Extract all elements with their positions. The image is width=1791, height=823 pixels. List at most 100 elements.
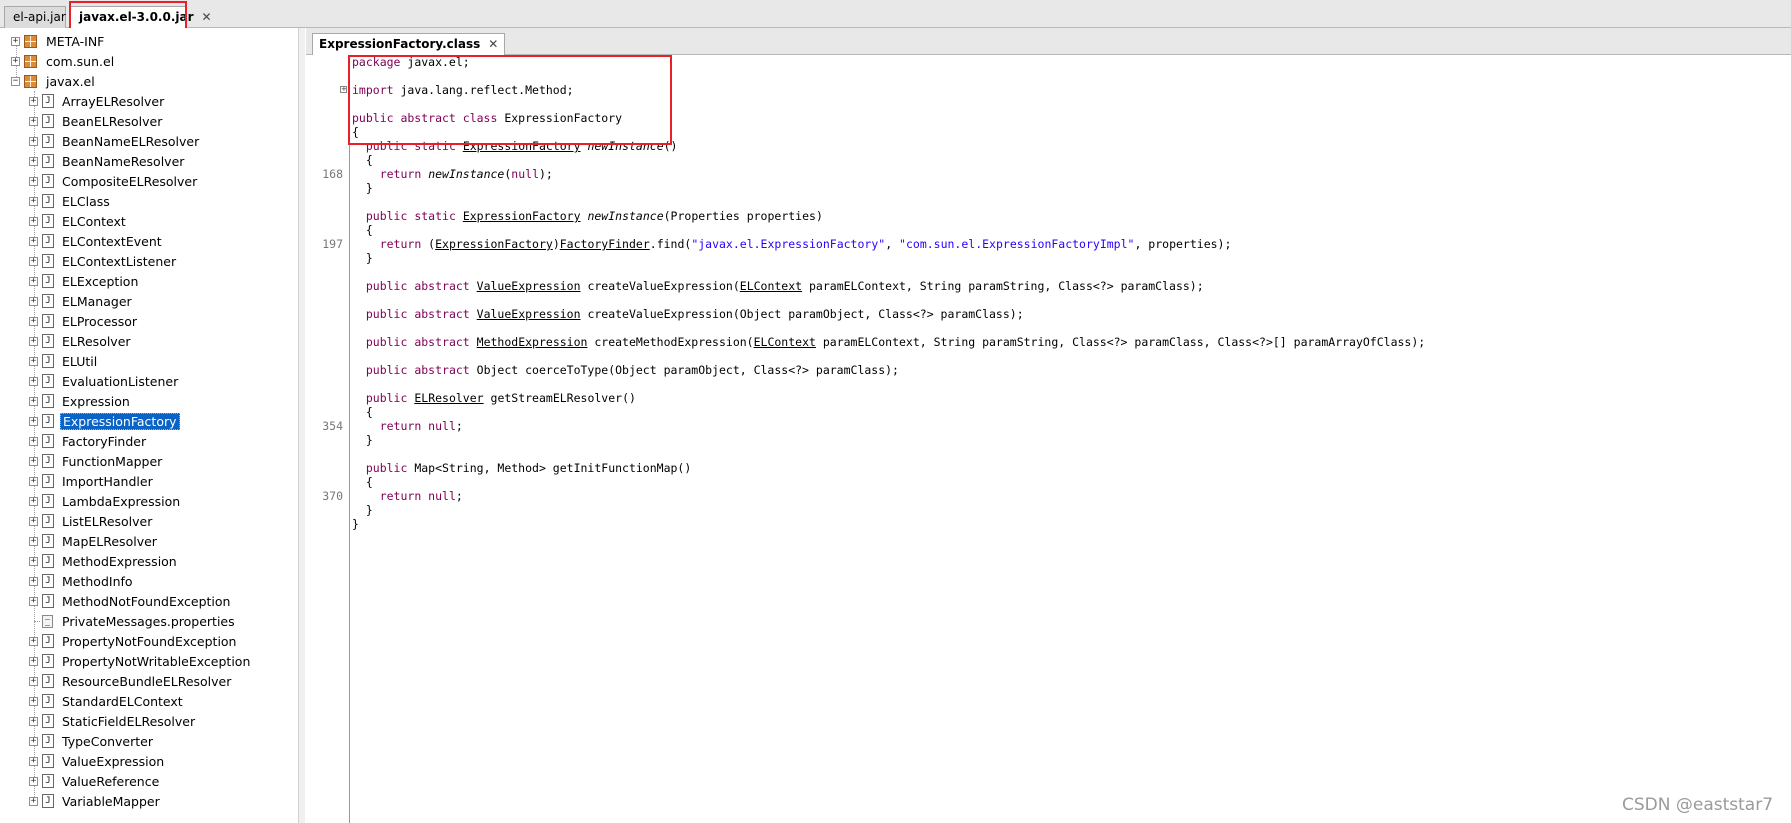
tree-item-meta-inf[interactable]: + META-INF: [11, 31, 106, 51]
expand-icon[interactable]: +: [11, 36, 20, 46]
tree-item-properties-file[interactable]: PrivateMessages.properties: [42, 611, 237, 631]
expand-icon[interactable]: +: [29, 236, 38, 246]
expand-icon[interactable]: +: [29, 576, 38, 586]
tree-item-class[interactable]: + J MethodExpression: [29, 551, 179, 571]
java-class-icon: J: [42, 774, 54, 788]
tree-item-label: ELUtil: [62, 353, 98, 369]
editor-tab-label: ExpressionFactory.class: [319, 37, 481, 51]
expand-icon[interactable]: +: [29, 736, 38, 746]
tree-item-class[interactable]: + J ValueReference: [29, 771, 161, 791]
expand-icon[interactable]: +: [29, 536, 38, 546]
expand-icon[interactable]: +: [29, 356, 38, 366]
tree-item-class[interactable]: + J ELClass: [29, 191, 112, 211]
tree-item-class[interactable]: + J BeanNameELResolver: [29, 131, 201, 151]
code-token: (): [663, 139, 678, 153]
expand-icon[interactable]: +: [29, 196, 38, 206]
expand-icon[interactable]: +: [29, 256, 38, 266]
jar-tab-bar: el-api.jar javax.el-3.0.0.jar ✕: [0, 0, 1791, 29]
tree-scrollbar[interactable]: [298, 28, 305, 823]
expand-icon[interactable]: +: [29, 496, 38, 506]
expand-icon[interactable]: +: [29, 416, 38, 426]
tab-expressionfactory-class[interactable]: ExpressionFactory.class ✕: [312, 33, 506, 55]
code-line: return null;: [352, 419, 463, 433]
code-token: import: [352, 83, 394, 97]
expand-icon[interactable]: +: [29, 756, 38, 766]
collapse-icon[interactable]: −: [11, 76, 20, 86]
tree-item-class[interactable]: + J ELException: [29, 271, 140, 291]
tree-item-class[interactable]: + J LambdaExpression: [29, 491, 182, 511]
expand-icon[interactable]: +: [29, 476, 38, 486]
tree-item-class[interactable]: + J ValueExpression: [29, 751, 166, 771]
expand-icon[interactable]: +: [11, 56, 20, 66]
tree-item-class[interactable]: + J ELResolver: [29, 331, 133, 351]
tree-item-class[interactable]: + J StaticFieldELResolver: [29, 711, 197, 731]
expand-icon[interactable]: +: [29, 596, 38, 606]
code-view[interactable]: 168 197 354 370 + package javax.el; import ja…: [306, 55, 1791, 823]
tree-item-class[interactable]: + J ImportHandler: [29, 471, 155, 491]
tree-item-class[interactable]: + J BeanELResolver: [29, 111, 164, 131]
tree-item-class[interactable]: + J ArrayELResolver: [29, 91, 166, 111]
tree-item-class[interactable]: + J TypeConverter: [29, 731, 155, 751]
expand-icon[interactable]: +: [29, 556, 38, 566]
tree-item-class[interactable]: + J VariableMapper: [29, 791, 162, 811]
expand-icon[interactable]: +: [29, 456, 38, 466]
fold-expand-icon[interactable]: +: [340, 86, 347, 93]
tree-item-class[interactable]: + J ExpressionFactory: [29, 411, 180, 431]
code-token: Object coerceToType(Object paramObject, …: [469, 363, 899, 377]
code-token: }: [352, 433, 373, 447]
close-icon[interactable]: ✕: [488, 34, 498, 55]
expand-icon[interactable]: +: [29, 96, 38, 106]
expand-icon[interactable]: +: [29, 716, 38, 726]
close-icon[interactable]: ✕: [202, 7, 212, 27]
tree-item-class[interactable]: + J CompositeELResolver: [29, 171, 199, 191]
expand-icon[interactable]: +: [29, 136, 38, 146]
tab-el-api-jar[interactable]: el-api.jar: [4, 6, 66, 28]
code-line: {: [352, 153, 373, 167]
tree-item-class[interactable]: + J BeanNameResolver: [29, 151, 186, 171]
java-class-icon: J: [42, 734, 54, 748]
tree-item-class[interactable]: + J MethodInfo: [29, 571, 135, 591]
expand-icon[interactable]: +: [29, 516, 38, 526]
expand-icon[interactable]: +: [29, 116, 38, 126]
expand-icon[interactable]: +: [29, 396, 38, 406]
tree-item-class[interactable]: + J ELContextEvent: [29, 231, 164, 251]
expand-icon[interactable]: +: [29, 216, 38, 226]
tree-item-class[interactable]: + J ResourceBundleELResolver: [29, 671, 233, 691]
tab-javax-el-jar[interactable]: javax.el-3.0.0.jar ✕: [70, 6, 212, 29]
tree-item-class[interactable]: + J MapELResolver: [29, 531, 159, 551]
tree-item-class[interactable]: + J EvaluationListener: [29, 371, 180, 391]
tree-item-class[interactable]: + J ELUtil: [29, 351, 99, 371]
java-class-icon: J: [42, 314, 54, 328]
code-token: (Properties properties): [663, 209, 823, 223]
tree-item-class[interactable]: + J FunctionMapper: [29, 451, 164, 471]
tree-item-javax-el[interactable]: − javax.el: [11, 71, 97, 91]
tree-item-class[interactable]: + J ELProcessor: [29, 311, 139, 331]
tree-item-class[interactable]: + J FactoryFinder: [29, 431, 148, 451]
expand-icon[interactable]: +: [29, 696, 38, 706]
expand-icon[interactable]: +: [29, 336, 38, 346]
tree-item-class[interactable]: + J ListELResolver: [29, 511, 154, 531]
tree-item-class[interactable]: + J ELManager: [29, 291, 134, 311]
expand-icon[interactable]: +: [29, 656, 38, 666]
tree-item-class[interactable]: + J ELContextListener: [29, 251, 178, 271]
expand-icon[interactable]: +: [29, 676, 38, 686]
tree-item-class[interactable]: + J PropertyNotFoundException: [29, 631, 238, 651]
tree-item-class[interactable]: + J MethodNotFoundException: [29, 591, 232, 611]
expand-icon[interactable]: +: [29, 776, 38, 786]
expand-icon[interactable]: +: [29, 296, 38, 306]
expand-icon[interactable]: +: [29, 316, 38, 326]
tree-item-com-sun-el[interactable]: + com.sun.el: [11, 51, 116, 71]
expand-icon[interactable]: +: [29, 636, 38, 646]
expand-icon[interactable]: +: [29, 376, 38, 386]
expand-icon[interactable]: +: [29, 176, 38, 186]
expand-icon[interactable]: +: [29, 156, 38, 166]
java-class-icon: J: [42, 474, 54, 488]
expand-icon[interactable]: +: [29, 276, 38, 286]
tree-item-class[interactable]: + J ELContext: [29, 211, 128, 231]
tree-item-class[interactable]: + J Expression: [29, 391, 132, 411]
tree-item-class[interactable]: + J PropertyNotWritableException: [29, 651, 252, 671]
tree-item-class[interactable]: + J StandardELContext: [29, 691, 185, 711]
expand-icon[interactable]: +: [29, 436, 38, 446]
expand-icon[interactable]: +: [29, 796, 38, 806]
